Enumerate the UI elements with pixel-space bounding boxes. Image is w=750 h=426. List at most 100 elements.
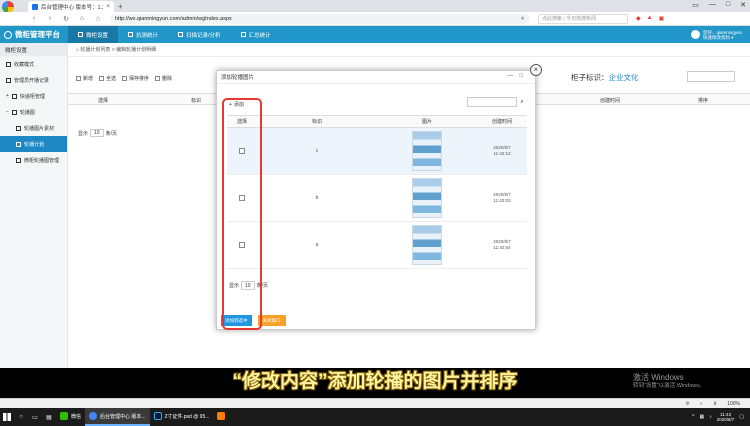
sidebar-header: 微柜设置 [0,43,67,56]
tray-icon[interactable]: ^ [692,414,694,420]
add-button[interactable]: 新增 [76,75,93,82]
add-button-label: 新增 [83,76,94,82]
row-created: 2020/8/7 11:43:03 [477,174,527,222]
window-minimize-icon[interactable]: — [709,1,716,9]
sidebar-item-label: 微柜轮播图管理 [24,157,60,164]
tab-close-icon[interactable]: × [106,4,110,10]
sidebar-item-carousel-plan[interactable]: 轮播计划 [0,136,67,152]
reload-icon[interactable]: ↻ [62,15,70,23]
window-restore-icon[interactable]: ▭ [692,1,699,9]
image-thumbnail [412,131,442,171]
nav-item-stats[interactable]: 抗测统计 [118,26,168,43]
clock-date: 2020/8/7 [716,417,735,422]
dialog-search-input[interactable] [467,97,517,107]
extension-icon[interactable]: ▲ [647,15,653,22]
sidebar-item-favorites[interactable]: 收藏模式 [0,56,67,72]
page-size-select[interactable]: 10 [90,129,104,137]
volume-icon[interactable]: ♪ [709,414,712,420]
folder-icon [11,109,17,115]
delete-button[interactable]: 删除 [155,75,172,82]
dialog-body: + 添加 ⌕ 选择 标识 图片 创建时间 c 2020/8/711:43:12 [227,85,527,317]
activation-title: 激活 Windows [633,373,684,382]
table-row[interactable]: b 2020/8/7 11:43:03 [227,174,527,222]
windows-activation-watermark: 激活 Windows 转到“设置”以激活 Windows。 [633,373,705,391]
cabinet-identifier: 柜子标识：企业文化 [571,72,639,83]
annotation-highlight-box [222,98,262,330]
back-icon[interactable]: ‹ [30,15,38,22]
window-close-icon[interactable]: ✕ [740,1,746,9]
url-field[interactable]: http://wx.qianmingyun.com/admin/wgIndex.… [110,13,530,24]
forward-icon[interactable]: › [46,15,54,22]
taskbar-app-illustrator[interactable] [213,408,229,426]
new-tab-button[interactable]: + [118,2,123,11]
browser-search-input[interactable]: 点此搜索 | 今日热搜新闻 [538,13,628,24]
sidebar-item-label: 轮播图片素材 [24,125,55,132]
search-icon[interactable]: ○ [14,408,28,426]
browser-tab[interactable]: 后台管理中心 版本号：1.2.0 × [28,1,114,12]
avatar [690,30,700,39]
extension-icon[interactable]: ▣ [659,15,665,22]
system-clock[interactable]: 11:43 2020/8/7 [717,412,735,422]
col-created: 创建时间 [477,115,527,128]
brand-name: 微柜管理平台 [15,30,60,39]
dialog-controls: — □ [507,73,523,79]
extension-icon[interactable]: ◆ [636,15,641,22]
sidebar-item-label: 轮播计划 [24,141,45,148]
select-all-button[interactable]: 全选 [99,75,116,82]
app-header: 微柜管理平台 微柜设置 抗测统计 扫描记录/分析 汇总统计 您好，qianmin… [0,26,750,43]
taskbar-app-label: 2寸证件.psd @ 95... [164,413,210,420]
sidebar-item-locker-management[interactable]: + 快递柜管理 [0,88,67,104]
sidebar-item-label: 收藏模式 [14,61,35,68]
home-icon[interactable]: ⌂ [78,15,86,22]
sidebar-item-carousel[interactable]: − 轮播图 [0,104,67,120]
nav-item-cabinet-settings[interactable]: 微柜设置 [68,26,119,43]
taskbar-app-wechat[interactable]: 微信 [56,408,85,426]
task-view-icon[interactable]: ▭ [28,408,42,426]
network-icon[interactable]: ▦ [700,414,705,420]
user-greeting: 您好，qianmingyun [702,29,742,35]
dialog-minimize-icon[interactable]: — [507,73,513,79]
notification-icon[interactable]: ▢ [739,414,744,420]
nav-item-label: 汇总统计 [248,32,271,39]
top-nav: 微柜设置 抗测统计 扫描记录/分析 汇总统计 [68,26,281,43]
file-explorer-icon[interactable]: ▤ [42,408,56,426]
status-icon[interactable]: ◐ [700,401,703,407]
user-menu[interactable]: 您好，qianmingyun 快速修改资料 ▾ [690,29,750,40]
address-bar-row: ‹ › ↻ ⌂ ☆ http://wx.qianmingyun.com/admi… [0,12,750,26]
sidebar-item-carousel-assets[interactable]: 轮播图片素材 [0,120,67,136]
plan-icon [16,141,21,147]
image-icon [16,157,21,163]
bookmark-icon[interactable]: ☆ [94,15,102,23]
main-pager: 显示 10 条/页 [78,129,117,137]
settings-icon [78,32,83,37]
nav-item-summary[interactable]: 汇总统计 [231,26,281,43]
search-icon[interactable]: ⌕ [517,97,527,107]
col-id: 标识 [191,98,202,104]
zoom-level[interactable]: 100% [727,401,740,407]
status-icon[interactable]: ⚙ [685,401,689,407]
sidebar-item-label: 快递柜管理 [19,93,45,100]
save-order-button[interactable]: 保存排序 [122,75,149,82]
table-row[interactable]: c 2020/8/7 11:43:12 [227,127,527,175]
delete-label: 删除 [162,76,173,82]
dialog-maximize-icon[interactable]: □ [519,73,523,79]
user-profile-link[interactable]: 快速修改资料 ▾ [703,35,742,40]
nav-item-label: 扫描记录/分析 [186,32,221,39]
main-search-input[interactable] [687,71,735,82]
dialog-close-icon[interactable]: × [530,64,542,76]
sidebar-item-admin-records[interactable]: 管理员开播记录 [0,72,67,88]
browser-status-bar: ⚙ ◐ ⬇ 100% [0,398,750,408]
window-controls: ▭ — □ ✕ [692,1,746,9]
nav-item-scan-records[interactable]: 扫描记录/分析 [168,26,231,43]
col-select: 选择 [98,98,109,104]
download-icon[interactable]: ⬇ [713,401,717,407]
window-maximize-icon[interactable]: □ [726,1,730,9]
taskbar-app-photoshop[interactable]: 2寸证件.psd @ 95... [150,408,214,426]
taskbar-app-browser[interactable]: 后台管理中心 版本... [85,408,150,426]
table-row[interactable]: a 2020/8/7 11:42:54 [227,221,527,269]
sidebar-item-cabinet-carousel[interactable]: 微柜轮播图管理 [0,152,67,168]
url-text: http://wx.qianmingyun.com/admin/wgIndex.… [115,15,232,22]
stats-icon [128,32,134,37]
start-button[interactable] [0,408,14,426]
star-icon[interactable]: ★ [520,16,525,22]
